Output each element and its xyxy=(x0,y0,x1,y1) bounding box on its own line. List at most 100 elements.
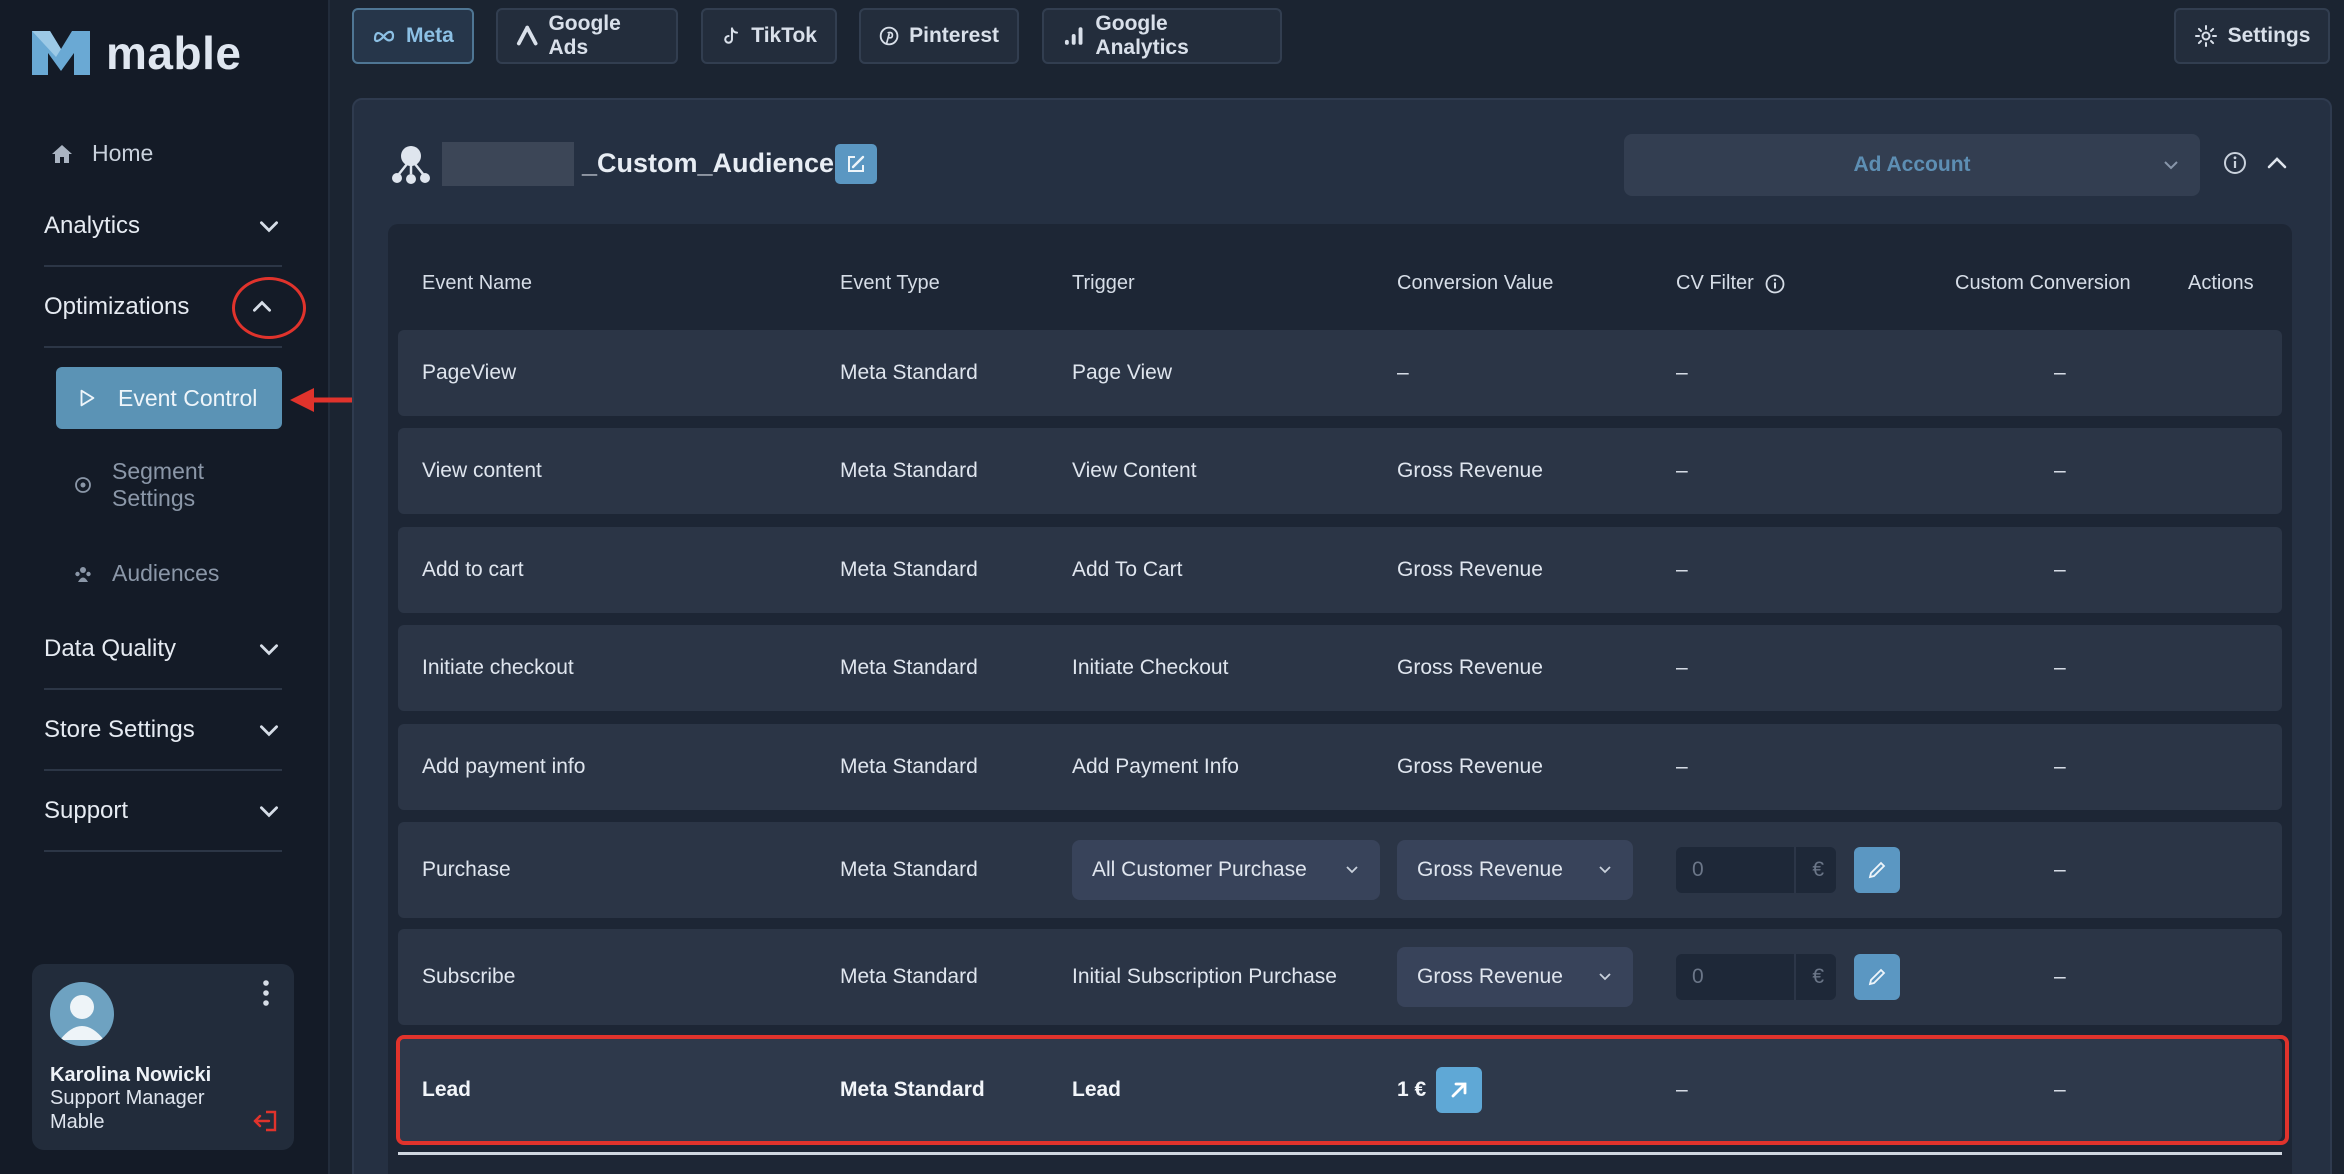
nav-home-label: Home xyxy=(92,140,154,166)
chevron-down-icon xyxy=(1599,973,1611,981)
info-icon[interactable] xyxy=(2222,150,2248,176)
chevron-down-icon xyxy=(260,221,278,233)
custom-audience-icon xyxy=(392,146,430,184)
chevron-up-icon[interactable] xyxy=(2264,150,2290,176)
conversion-value-select[interactable]: Gross Revenue xyxy=(1397,947,1633,1007)
nav-store-settings-label: Store Settings xyxy=(44,716,195,743)
table-row: Subscribe Meta Standard Initial Subscrip… xyxy=(398,929,2282,1025)
event-type: Meta Standard xyxy=(840,858,978,881)
pencil-icon xyxy=(1868,968,1886,986)
cv-filter-input[interactable]: 0 € xyxy=(1676,847,1836,893)
pinterest-icon xyxy=(879,26,899,46)
chevron-down-icon xyxy=(260,644,278,656)
audiences-label: Audiences xyxy=(112,560,220,586)
edit-cv-filter-button[interactable] xyxy=(1854,847,1900,893)
highlight-annotation xyxy=(396,1035,2289,1145)
tab-google-analytics[interactable]: Google Analytics xyxy=(1042,8,1282,64)
chevron-down-icon xyxy=(1346,866,1358,874)
custom-conversion: – xyxy=(2054,755,2066,778)
event-trigger: Initiate Checkout xyxy=(1072,656,1229,679)
nav-optimizations[interactable]: Optimizations xyxy=(44,268,306,348)
user-icon xyxy=(60,995,104,1040)
event-control-label: Event Control xyxy=(118,384,258,411)
event-name: PageView xyxy=(422,361,517,384)
event-name: Subscribe xyxy=(422,965,516,988)
trigger-select[interactable]: All Customer Purchase xyxy=(1072,840,1380,900)
nav-support-label: Support xyxy=(44,797,129,824)
input-separator xyxy=(1794,847,1796,893)
edit-audience-button[interactable] xyxy=(835,144,877,184)
nav-support[interactable]: Support xyxy=(44,772,282,852)
tiktok-icon xyxy=(724,27,739,44)
header-actions: Actions xyxy=(2188,272,2254,294)
custom-conversion: – xyxy=(2054,858,2066,881)
sidebar-item-event-control[interactable]: Event Control xyxy=(56,367,282,429)
trigger-select-value: All Customer Purchase xyxy=(1092,858,1307,881)
cv-filter-value: 0 xyxy=(1692,858,1704,881)
chevron-down-icon xyxy=(260,725,278,737)
logout-icon[interactable] xyxy=(250,1106,280,1136)
more-options-icon[interactable] xyxy=(256,978,276,1008)
optimizations-toggle[interactable] xyxy=(232,277,306,339)
settings-button[interactable]: Settings xyxy=(2174,8,2330,64)
google-ads-icon xyxy=(516,25,538,46)
conversion-value: Gross Revenue xyxy=(1397,656,1543,679)
event-type: Meta Standard xyxy=(840,558,978,581)
edit-cv-filter-button[interactable] xyxy=(1854,954,1900,1000)
tab-google-analytics-label: Google Analytics xyxy=(1095,12,1189,59)
mable-logo-icon xyxy=(32,31,90,75)
audience-title: _Custom_Audience xyxy=(582,148,835,178)
divider xyxy=(398,1152,2282,1155)
segment-settings-label: Segment Settings xyxy=(112,458,205,511)
nav-analytics-label: Analytics xyxy=(44,212,141,239)
table-row: Purchase Meta Standard All Customer Purc… xyxy=(398,822,2282,918)
logo[interactable]: mable xyxy=(30,26,241,80)
header-conversion-value: Conversion Value xyxy=(1397,272,1554,294)
play-icon xyxy=(80,389,95,407)
nav-home[interactable]: Home xyxy=(50,140,153,167)
chevron-down-icon xyxy=(260,806,278,818)
header-custom-conversion: Custom Conversion xyxy=(1955,272,2131,294)
user-role: Support Manager Mable xyxy=(50,1087,205,1133)
info-icon[interactable] xyxy=(1764,273,1786,295)
table-row: Add payment info Meta Standard Add Payme… xyxy=(398,724,2282,810)
tab-google-ads-label: Google Ads xyxy=(548,12,621,59)
event-trigger: View Content xyxy=(1072,459,1197,482)
tab-google-ads[interactable]: Google Ads xyxy=(496,8,678,64)
avatar[interactable] xyxy=(50,982,114,1046)
tab-pinterest[interactable]: Pinterest xyxy=(859,8,1019,64)
conversion-value-select-value: Gross Revenue xyxy=(1417,965,1563,988)
header-event-name: Event Name xyxy=(422,272,533,294)
tab-tiktok-label: TikTok xyxy=(751,24,817,47)
meta-icon xyxy=(373,30,395,43)
pencil-icon xyxy=(1868,861,1886,879)
input-separator xyxy=(1794,954,1796,1000)
segment-icon xyxy=(75,477,91,493)
logo-text: mable xyxy=(106,27,242,79)
event-trigger: Add To Cart xyxy=(1072,558,1183,581)
event-name: Initiate checkout xyxy=(422,656,574,679)
custom-conversion: – xyxy=(2054,361,2066,384)
ad-account-select[interactable]: Ad Account xyxy=(1624,134,2200,196)
google-analytics-icon xyxy=(1064,27,1083,45)
sidebar-item-segment-settings[interactable]: Segment Settings xyxy=(74,458,232,512)
nav-store-settings[interactable]: Store Settings xyxy=(44,691,282,771)
tab-tiktok[interactable]: TikTok xyxy=(701,8,837,64)
header-cv-filter: CV Filter xyxy=(1676,272,1786,295)
circle-annotation xyxy=(232,277,306,339)
settings-label: Settings xyxy=(2227,24,2311,47)
nav-data-quality[interactable]: Data Quality xyxy=(44,610,282,690)
event-name: Purchase xyxy=(422,858,511,881)
table-row: Add to cart Meta Standard Add To Cart Gr… xyxy=(398,527,2282,613)
sidebar-item-audiences[interactable]: Audiences xyxy=(74,560,219,587)
tab-meta[interactable]: Meta xyxy=(352,8,474,64)
event-trigger: Add Payment Info xyxy=(1072,755,1239,778)
custom-conversion: – xyxy=(2054,656,2066,679)
event-trigger: Page View xyxy=(1072,361,1173,384)
conversion-value: Gross Revenue xyxy=(1397,755,1543,778)
nav-analytics[interactable]: Analytics xyxy=(44,187,282,267)
currency-symbol: € xyxy=(1812,965,1824,988)
cv-filter-input[interactable]: 0 € xyxy=(1676,954,1836,1000)
user-name: Karolina Nowicki xyxy=(50,1064,212,1086)
conversion-value-select[interactable]: Gross Revenue xyxy=(1397,840,1633,900)
